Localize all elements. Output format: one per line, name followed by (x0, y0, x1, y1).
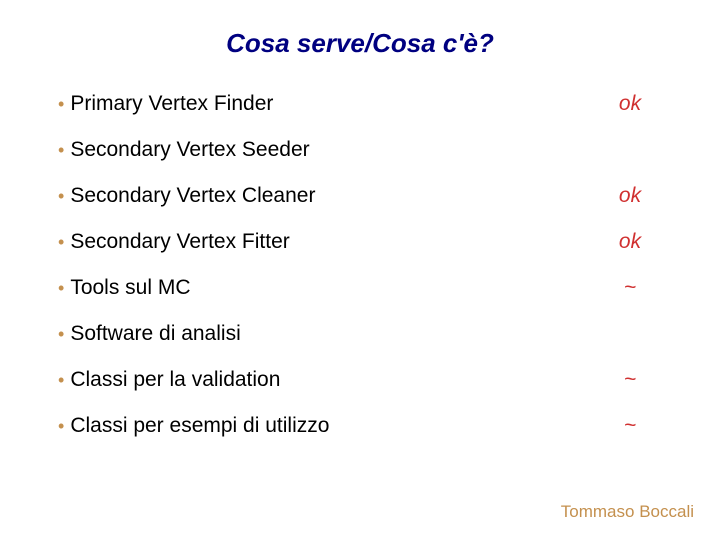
item-label: Tools sul MC (70, 276, 190, 300)
bullet-icon: • (58, 417, 64, 435)
author-name: Tommaso Boccali (561, 502, 694, 522)
item-status: ok (610, 92, 668, 116)
item-label-wrap: • Secondary Vertex Cleaner (58, 184, 315, 208)
item-label-wrap: • Classi per la validation (58, 368, 280, 392)
item-label: Classi per la validation (70, 368, 280, 392)
slide: Cosa serve/Cosa c'è? • Primary Vertex Fi… (0, 0, 720, 540)
bullet-icon: • (58, 141, 64, 159)
bullet-icon: • (58, 187, 64, 205)
bullet-list: • Primary Vertex Finder ok • Secondary V… (58, 92, 668, 460)
item-status: ok (610, 184, 668, 208)
item-status: ~ (610, 276, 668, 300)
list-item: • Secondary Vertex Cleaner ok (58, 184, 668, 208)
list-item: • Software di analisi (58, 322, 668, 346)
item-label-wrap: • Classi per esempi di utilizzo (58, 414, 329, 438)
item-label: Classi per esempi di utilizzo (70, 414, 329, 438)
slide-title: Cosa serve/Cosa c'è? (0, 28, 720, 59)
item-label: Secondary Vertex Fitter (70, 230, 289, 254)
list-item: • Tools sul MC ~ (58, 276, 668, 300)
bullet-icon: • (58, 371, 64, 389)
list-item: • Classi per esempi di utilizzo ~ (58, 414, 668, 438)
item-label-wrap: • Tools sul MC (58, 276, 191, 300)
item-label-wrap: • Secondary Vertex Seeder (58, 138, 310, 162)
item-status: ~ (610, 414, 668, 438)
bullet-icon: • (58, 325, 64, 343)
list-item: • Secondary Vertex Seeder (58, 138, 668, 162)
item-status: ok (610, 230, 668, 254)
item-label-wrap: • Secondary Vertex Fitter (58, 230, 290, 254)
item-status: ~ (610, 368, 668, 392)
bullet-icon: • (58, 95, 64, 113)
item-label-wrap: • Primary Vertex Finder (58, 92, 273, 116)
item-label-wrap: • Software di analisi (58, 322, 241, 346)
bullet-icon: • (58, 279, 64, 297)
bullet-icon: • (58, 233, 64, 251)
list-item: • Classi per la validation ~ (58, 368, 668, 392)
item-label: Primary Vertex Finder (70, 92, 273, 116)
list-item: • Primary Vertex Finder ok (58, 92, 668, 116)
item-label: Secondary Vertex Cleaner (70, 184, 315, 208)
list-item: • Secondary Vertex Fitter ok (58, 230, 668, 254)
item-label: Secondary Vertex Seeder (70, 138, 309, 162)
item-label: Software di analisi (70, 322, 240, 346)
